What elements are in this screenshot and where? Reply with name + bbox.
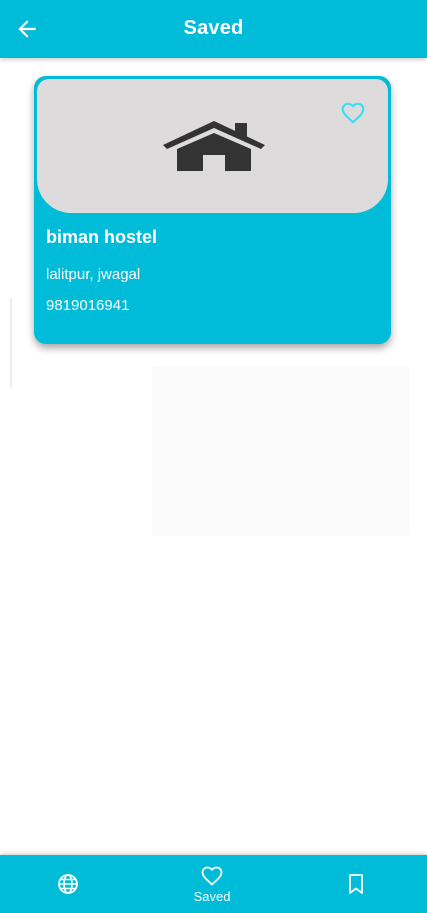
hostel-address: lalitpur, jwagal	[46, 266, 141, 283]
bookmark-outline-icon	[349, 874, 363, 894]
heart-outline-icon	[341, 102, 365, 124]
hostel-name: biman hostel	[46, 227, 158, 247]
globe-icon	[58, 874, 78, 894]
nav-saved-label: Saved	[193, 889, 231, 904]
heart-outline-icon	[201, 866, 223, 886]
house-icon	[163, 121, 265, 171]
hostel-phone: 9819016941	[46, 297, 130, 314]
background-shadow	[152, 366, 410, 536]
nav-bookmarks[interactable]	[326, 855, 386, 913]
page-title: Saved	[183, 17, 244, 39]
bottom-nav: Saved	[0, 855, 427, 913]
favorite-button[interactable]	[340, 100, 366, 126]
saved-hostel-card[interactable]: biman hostel lalitpur, jwagal 9819016941	[34, 76, 391, 344]
nav-saved[interactable]: Saved	[182, 855, 242, 913]
app-bar: Saved	[0, 0, 427, 58]
saved-list: biman hostel lalitpur, jwagal 9819016941	[0, 58, 427, 855]
nav-explore[interactable]	[38, 855, 98, 913]
background-shadow	[0, 298, 12, 388]
hostel-image	[37, 79, 388, 213]
